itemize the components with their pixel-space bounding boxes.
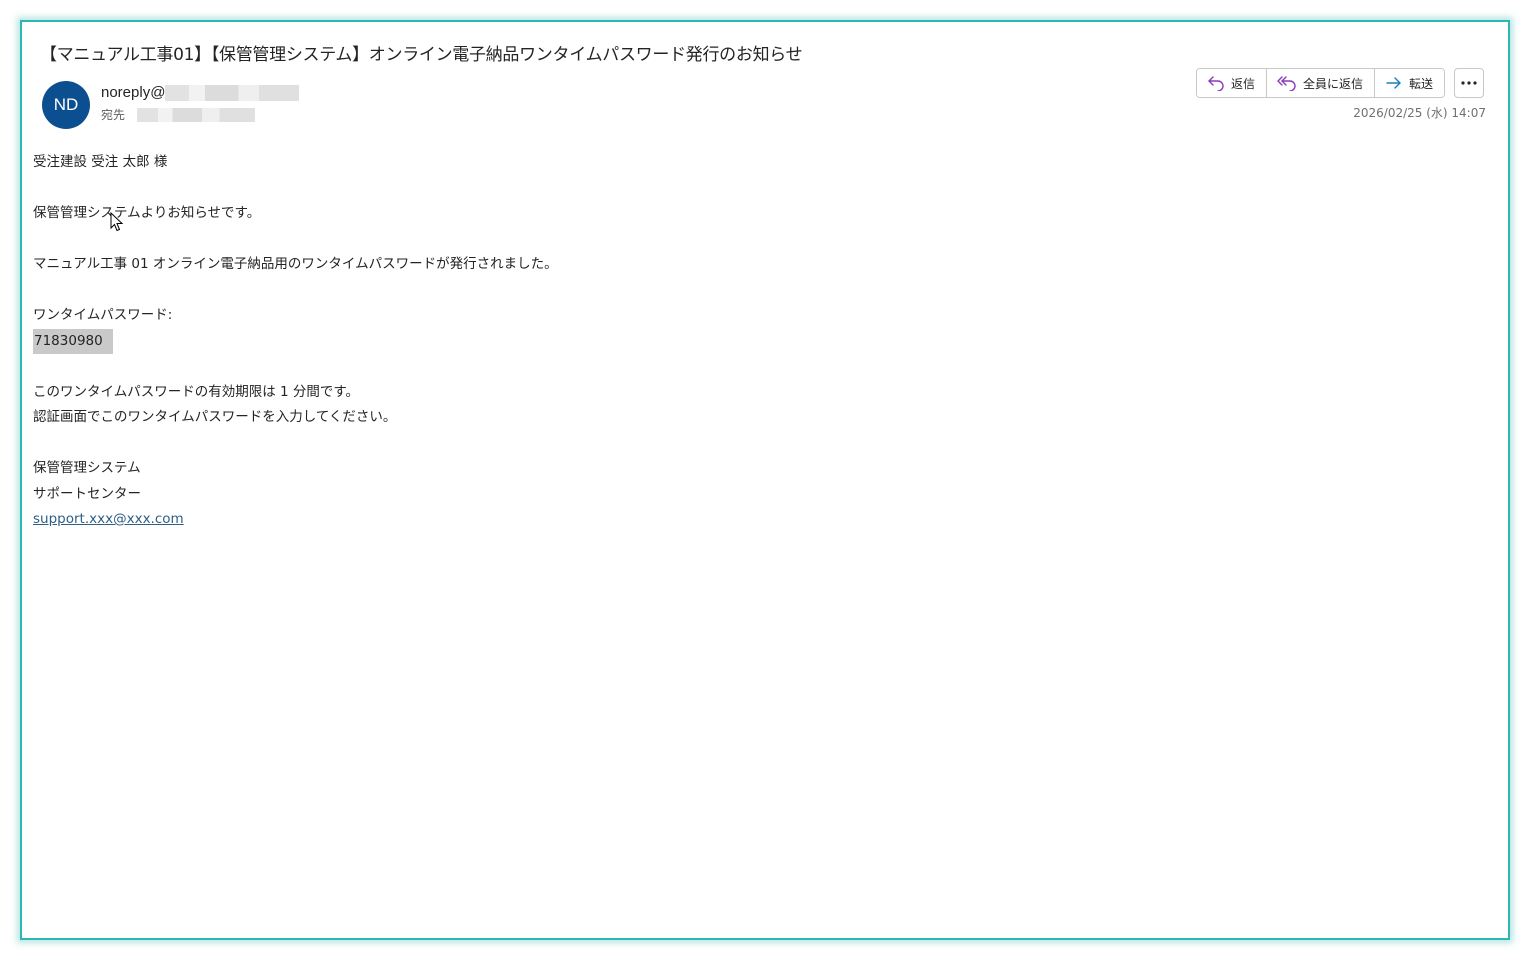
redacted-sender-domain	[165, 84, 300, 101]
received-date: 2026/02/25 (水) 14:07	[1353, 106, 1486, 120]
otp-label: ワンタイムパスワード:	[33, 307, 173, 323]
redacted-recipient	[137, 107, 256, 122]
reply-all-label: 全員に返信	[1303, 76, 1364, 91]
more-actions-button[interactable]	[1454, 68, 1485, 98]
validity-line: このワンタイムパスワードの有効期限は 1 分間です。	[33, 383, 360, 400]
reply-label: 返信	[1231, 76, 1256, 91]
support-email-link[interactable]: support.xxx@xxx.com	[33, 511, 184, 527]
reply-button-group: 返信 全員に返信 転送	[1196, 68, 1446, 98]
reply-all-button[interactable]: 全員に返信	[1267, 69, 1376, 97]
greeting-line: 受注建設 受注 太郎 様	[33, 154, 168, 170]
email-body: 受注建設 受注 太郎 様 保管管理システムよりお知らせです。 マニュアル工事 0…	[33, 150, 558, 533]
more-horizontal-icon	[1461, 81, 1477, 85]
reply-button[interactable]: 返信	[1197, 69, 1268, 97]
instruction-line: 認証画面でこのワンタイムパスワードを入力してください。	[33, 409, 397, 425]
sender-address[interactable]: noreply@	[101, 84, 300, 101]
reply-icon	[1208, 76, 1224, 91]
sender-avatar[interactable]: ND	[42, 81, 90, 129]
forward-arrow-icon	[1386, 77, 1401, 89]
sender-name: noreply@	[101, 84, 166, 101]
to-label: 宛先	[101, 108, 126, 122]
signature-center: サポートセンター	[33, 485, 141, 502]
recipient-line: 宛先	[101, 106, 256, 123]
forward-button[interactable]: 転送	[1375, 69, 1445, 97]
avatar-initials: ND	[53, 95, 79, 114]
signature-system: 保管管理システム	[33, 460, 141, 476]
otp-value-selected[interactable]: 71830980	[33, 328, 113, 354]
email-subject: 【マニュアル工事01】【保管管理システム】オンライン電子納品ワンタイムパスワード…	[40, 45, 803, 65]
notice-line: マニュアル工事 01 オンライン電子納品用のワンタイムパスワードが発行されました…	[33, 256, 558, 272]
forward-label: 転送	[1409, 76, 1434, 91]
email-reading-pane: 【マニュアル工事01】【保管管理システム】オンライン電子納品ワンタイムパスワード…	[20, 20, 1510, 940]
message-actions: 返信 全員に返信 転送	[1196, 68, 1485, 98]
reply-all-icon	[1277, 76, 1296, 91]
mouse-pointer-icon	[110, 212, 124, 232]
